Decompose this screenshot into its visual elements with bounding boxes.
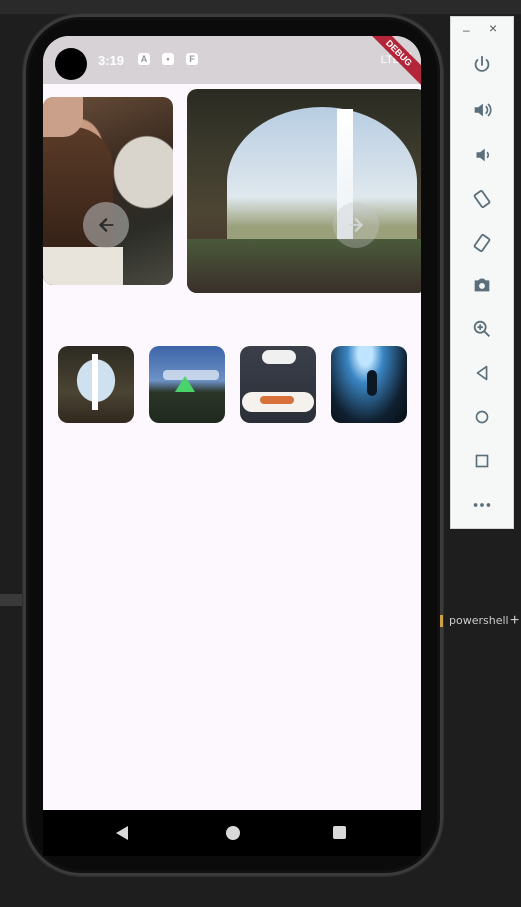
more-icon — [473, 503, 491, 507]
home-button[interactable] — [468, 403, 496, 431]
rotate-left-button[interactable] — [468, 185, 496, 213]
waterfall-stream — [92, 354, 98, 410]
back-icon — [476, 365, 488, 381]
overview-button[interactable] — [468, 447, 496, 475]
status-notification-icons: A • F — [138, 53, 198, 65]
notification-f-icon: F — [186, 53, 198, 65]
thumbnail-diver[interactable] — [331, 346, 407, 423]
volume-down-button[interactable] — [468, 141, 496, 169]
face-shape — [43, 97, 83, 137]
zoom-button[interactable] — [468, 315, 496, 343]
cave-opening — [227, 107, 417, 257]
notification-dots-icon: • — [162, 53, 174, 65]
editor-top-bar — [0, 0, 521, 14]
volume-up-button[interactable] — [468, 96, 496, 124]
overview-icon — [475, 454, 489, 468]
carousel-prev-button[interactable] — [83, 202, 129, 248]
status-bar: 3:19 A • F LTE DEBUG — [43, 36, 421, 87]
rotate-right-button[interactable] — [468, 229, 496, 257]
back-button[interactable] — [468, 359, 496, 387]
screenshot-button[interactable] — [468, 271, 496, 299]
thumbnail-tent[interactable] — [149, 346, 225, 423]
nav-overview-icon[interactable] — [333, 826, 346, 839]
zoom-icon — [473, 320, 490, 337]
arrow-right-icon — [348, 217, 364, 233]
dress-shape — [43, 247, 123, 285]
carousel-card-woman[interactable] — [43, 97, 173, 285]
power-button[interactable] — [468, 51, 496, 79]
fire-shape — [260, 396, 294, 404]
emulator-toolbar: – × — [450, 16, 514, 529]
minimize-button[interactable]: – — [463, 23, 470, 37]
thumbnail-cloud[interactable] — [240, 346, 316, 423]
rotate-right-icon — [473, 233, 491, 253]
front-camera — [55, 48, 87, 80]
volume-up-icon — [474, 103, 492, 117]
home-icon — [475, 410, 489, 424]
terminal-tab-marker — [440, 614, 443, 627]
close-button[interactable]: × — [489, 20, 497, 36]
nav-home-icon[interactable] — [226, 826, 240, 840]
editor-scroll-strip — [0, 594, 24, 606]
nav-back-icon[interactable] — [116, 826, 128, 840]
power-icon — [474, 55, 490, 72]
camera-icon — [474, 278, 490, 292]
cave-floor — [187, 239, 421, 293]
tent-shape — [175, 376, 195, 392]
android-nav-bar — [43, 810, 421, 856]
carousel-next-button[interactable] — [333, 202, 379, 248]
notification-a-icon: A — [138, 53, 150, 65]
diver-shape — [367, 370, 377, 396]
new-terminal-button[interactable]: + — [510, 612, 519, 630]
toolbar-window-controls: – × — [451, 17, 513, 45]
app-screen: 3:19 A • F LTE DEBUG — [43, 36, 421, 810]
thumbnail-waterfall[interactable] — [58, 346, 134, 423]
terminal-tab-label: powershell — [449, 614, 509, 627]
cloud-shape — [262, 350, 296, 364]
terminal-tab[interactable]: powershell — [440, 614, 509, 627]
carousel-card-waterfall[interactable] — [187, 89, 421, 293]
status-time: 3:19 — [98, 53, 125, 68]
volume-down-icon — [476, 148, 490, 162]
arrow-left-icon — [98, 217, 114, 233]
more-button[interactable] — [468, 491, 496, 519]
rotate-left-icon — [473, 189, 491, 209]
